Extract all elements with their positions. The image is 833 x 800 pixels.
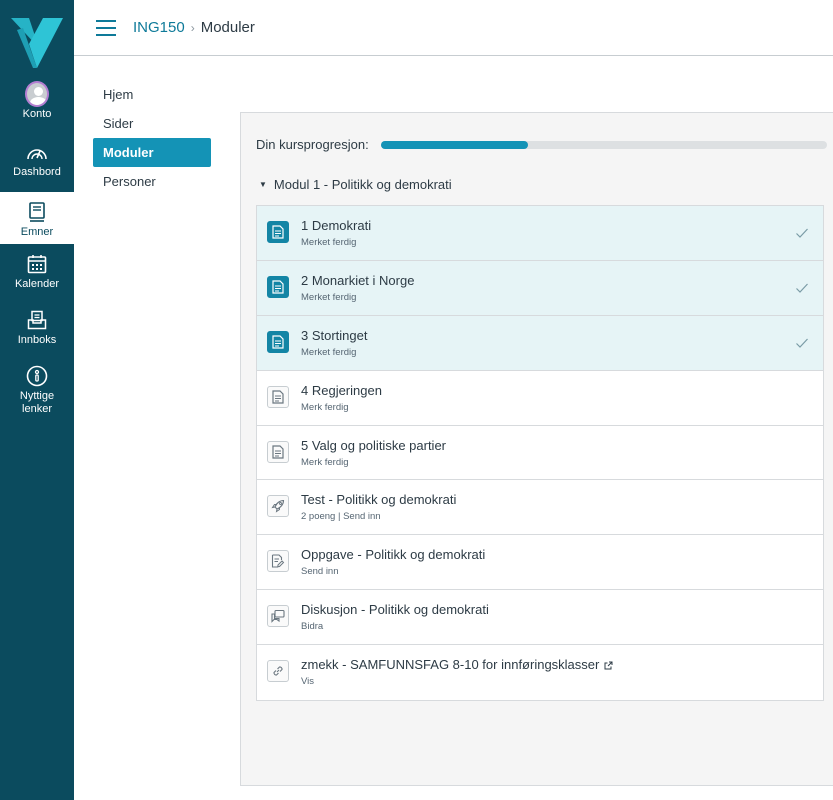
- breadcrumb-course-link[interactable]: ING150: [133, 19, 185, 36]
- module-item-status: Vis: [301, 676, 315, 688]
- external-link-icon: [604, 658, 613, 673]
- progress-bar: [381, 141, 827, 149]
- nav-emner[interactable]: Emner: [0, 192, 74, 244]
- modules-panel: Din kursprogresjon: ▼ Modul 1 - Politikk…: [240, 112, 833, 786]
- page-icon: [267, 385, 289, 408]
- link-icon: [267, 660, 289, 683]
- module-item-status: Merk ferdig: [301, 456, 349, 468]
- page-icon: [267, 330, 289, 353]
- module-item-status: 2 poeng | Send inn: [301, 511, 381, 523]
- nav-label: Konto: [22, 108, 52, 120]
- module-item-title[interactable]: 2 Monarkiet i Norge: [301, 273, 414, 288]
- progress-bar-fill: [381, 141, 529, 149]
- nav-konto[interactable]: Konto: [0, 81, 74, 128]
- course-nav-moduler[interactable]: Moduler: [93, 138, 211, 167]
- module-header[interactable]: ▼ Modul 1 - Politikk og demokrati: [259, 177, 452, 192]
- module-item[interactable]: zmekk - SAMFUNNSFAG 8-10 for innføringsk…: [257, 645, 823, 701]
- nav-label: Innboks: [17, 334, 57, 346]
- breadcrumb-current: Moduler: [200, 19, 255, 36]
- module-item-title[interactable]: 1 Demokrati: [301, 218, 371, 233]
- book-icon: [25, 200, 49, 224]
- module-item[interactable]: 3 Stortinget Merket ferdig: [257, 315, 823, 371]
- nav-kalender[interactable]: Kalender: [0, 252, 74, 298]
- module-item[interactable]: Oppgave - Politikk og demokrati Send inn: [257, 535, 823, 591]
- module-item[interactable]: 2 Monarkiet i Norge Merket ferdig: [257, 260, 823, 316]
- module-item-title[interactable]: Test - Politikk og demokrati: [301, 492, 456, 507]
- breadcrumb: ING150 › Moduler: [133, 19, 255, 36]
- module-item-title[interactable]: Oppgave - Politikk og demokrati: [301, 547, 485, 562]
- course-nav-personer[interactable]: Personer: [93, 167, 211, 196]
- module-item-status: Merket ferdig: [301, 291, 357, 303]
- module-item-status: Merket ferdig: [301, 237, 357, 248]
- global-nav: Konto Dashbord Emner Kalender Innboks Ny…: [0, 0, 74, 800]
- avatar: [25, 81, 49, 107]
- rocket-icon: [267, 495, 289, 518]
- nav-label: Dashbord: [13, 166, 61, 178]
- hamburger-menu-icon[interactable]: [96, 20, 116, 36]
- module-item-title[interactable]: 4 Regjeringen: [301, 383, 382, 398]
- module-item[interactable]: Diskusjon - Politikk og demokrati Bidra: [257, 590, 823, 646]
- checkmark-icon: [796, 283, 808, 293]
- progress-label: Din kursprogresjon:: [256, 137, 369, 152]
- module-item-status: Merk ferdig: [301, 401, 349, 413]
- module-item-status: Bidra: [301, 621, 324, 633]
- page-icon: [267, 275, 289, 298]
- module-item-title[interactable]: 5 Valg og politiske partier: [301, 438, 446, 453]
- speedometer-icon: [25, 140, 49, 164]
- module-title: Modul 1 - Politikk og demokrati: [273, 177, 452, 192]
- breadcrumb-separator: ›: [190, 20, 195, 35]
- checkmark-icon: [796, 228, 808, 238]
- course-nav-hjem[interactable]: Hjem: [93, 80, 211, 109]
- module-item-title[interactable]: 3 Stortinget: [301, 328, 368, 343]
- assignment-icon: [267, 550, 289, 573]
- calendar-icon: [25, 252, 49, 276]
- course-nav: Hjem Sider Moduler Personer: [93, 80, 211, 196]
- logo[interactable]: [0, 0, 74, 76]
- module-item-title[interactable]: Diskusjon - Politikk og demokrati: [301, 602, 489, 617]
- nav-dashbord[interactable]: Dashbord: [0, 140, 74, 186]
- module-item-title[interactable]: zmekk - SAMFUNNSFAG 8-10 for innføringsk…: [301, 657, 613, 673]
- logo-icon: [11, 18, 63, 68]
- checkmark-icon: [796, 338, 808, 348]
- page-icon: [267, 440, 289, 463]
- discussion-icon: [267, 605, 289, 628]
- module-item-status: Send inn: [301, 566, 339, 578]
- collapse-caret-icon: ▼: [259, 180, 267, 189]
- module-item[interactable]: 5 Valg og politiske partier Merk ferdig: [257, 425, 823, 481]
- nav-label: Emner: [20, 226, 54, 238]
- nav-label: Kalender: [14, 278, 60, 290]
- page-icon: [267, 221, 289, 243]
- module-items-list: 1 Demokrati Merket ferdig 2 Monarkiet i No…: [256, 205, 824, 702]
- module-item[interactable]: 1 Demokrati Merket ferdig: [257, 206, 823, 261]
- header: ING150 › Moduler: [74, 0, 833, 56]
- nav-nyttige-lenker[interactable]: Nyttige lenker: [0, 364, 74, 424]
- module-item-status: Merket ferdig: [301, 346, 357, 358]
- module-item[interactable]: Test - Politikk og demokrati 2 poeng | Se…: [257, 480, 823, 536]
- info-icon: [25, 364, 49, 388]
- inbox-icon: [25, 308, 49, 332]
- nav-label: Nyttige lenker: [19, 390, 55, 415]
- course-nav-sider[interactable]: Sider: [93, 109, 211, 138]
- nav-innboks[interactable]: Innboks: [0, 308, 74, 354]
- module-item[interactable]: 4 Regjeringen Merk ferdig: [257, 370, 823, 426]
